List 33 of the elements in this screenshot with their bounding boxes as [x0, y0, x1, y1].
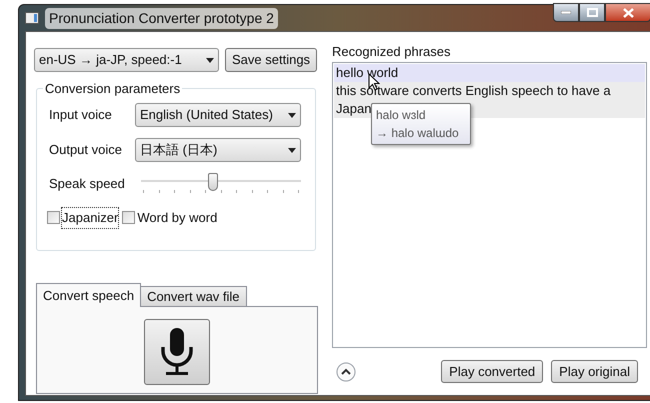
speed-slider[interactable]: [141, 172, 301, 196]
save-settings-button[interactable]: Save settings: [225, 48, 318, 72]
checkbox-label: Word by word: [137, 209, 218, 227]
microphone-button[interactable]: [144, 319, 210, 385]
slider-thumb[interactable]: [208, 173, 218, 191]
section-title: Recognized phrases: [332, 43, 452, 61]
close-button[interactable]: [605, 3, 650, 22]
checkbox[interactable]: [122, 211, 136, 224]
maximize-icon: [586, 8, 598, 17]
dropdown[interactable]: English (United States): [135, 103, 301, 127]
microphone-icon: [160, 327, 194, 377]
checkbox[interactable]: [47, 211, 60, 224]
minimize-icon: [561, 11, 571, 14]
tab[interactable]: Convert speech: [36, 283, 142, 307]
app-icon: [25, 12, 39, 24]
tooltip: halo wɜld → halo walɯdo: [371, 103, 471, 145]
play-button[interactable]: Play converted: [441, 360, 544, 383]
caret-icon: [206, 58, 214, 62]
close-icon: [622, 8, 634, 18]
minimize-button[interactable]: [553, 3, 579, 22]
play-button[interactable]: Play original: [551, 360, 638, 383]
checkbox-label: Japanizer: [62, 208, 118, 228]
field-label: Input voice: [49, 106, 112, 124]
dropdown[interactable]: en-US → ja-JP, speed:-1: [34, 48, 219, 72]
collapse-icon[interactable]: [336, 362, 356, 382]
maximize-button[interactable]: [579, 3, 605, 22]
field-label: Output voice: [49, 141, 122, 160]
window-title: Pronunciation Converter prototype 2: [45, 8, 278, 28]
dropdown[interactable]: 日本語 (日本): [135, 138, 301, 162]
field-label: Speak speed: [49, 175, 125, 194]
caret-icon: [288, 148, 296, 152]
caret-icon: [288, 112, 296, 118]
tab[interactable]: Convert wav file: [140, 286, 247, 307]
